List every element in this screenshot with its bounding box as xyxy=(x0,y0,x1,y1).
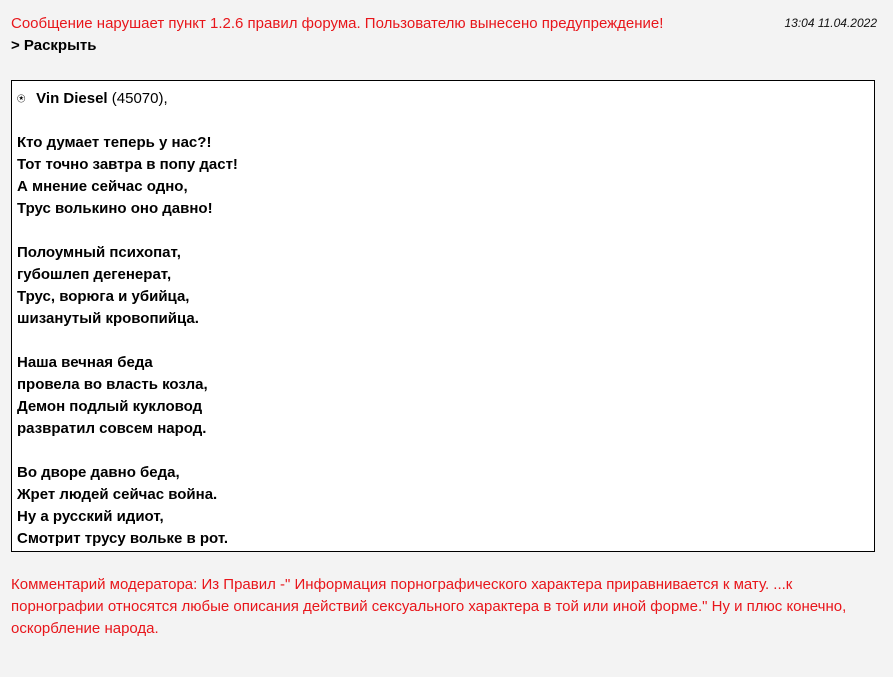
poem-line: Тот точно завтра в попу даст! xyxy=(17,156,238,173)
violation-warning: Сообщение нарушает пункт 1.2.6 правил фо… xyxy=(11,15,664,32)
poem-line: А мнение сейчас одно, xyxy=(17,178,188,195)
poem-line: Смотрит трусу вольке в рот. xyxy=(17,530,229,547)
post-header: Сообщение нарушает пункт 1.2.6 правил фо… xyxy=(11,14,879,56)
stanza: Кто думает теперь у нас?! Тот точно завт… xyxy=(17,132,874,220)
poem-line: Жрет людей сейчас война. xyxy=(17,486,218,503)
stanza: Наша вечная беда провела во власть козла… xyxy=(17,352,874,440)
poem-line: Трус волькино оно давно! xyxy=(17,200,213,217)
poem-line: шизанутый кровопийца. xyxy=(17,310,199,327)
quote-author-meta: (45070), xyxy=(107,90,168,107)
poem-line: Наша вечная беда xyxy=(17,354,153,371)
poem-line: губошлеп дегенерат, xyxy=(17,266,172,283)
quote-author-name[interactable]: Vin Diesel xyxy=(36,90,107,107)
poem-line: Кто думает теперь у нас?! xyxy=(17,134,212,151)
poem-line: Трус, ворюга и убийца, xyxy=(17,288,190,305)
stanza: Полоумный психопат, губошлеп дегенерат, … xyxy=(17,242,874,330)
star-circle-icon: ⍟ xyxy=(17,90,26,106)
post-timestamp: 13:04 11.04.2022 xyxy=(784,16,877,30)
poem-line: развратил совсем народ. xyxy=(17,420,207,437)
stanza: Во дворе давно беда, Жрет людей сейчас в… xyxy=(17,462,874,550)
poem-line: Во дворе давно беда, xyxy=(17,464,180,481)
poem-line: Полоумный психопат, xyxy=(17,244,181,261)
poem-line: провела во власть козла, xyxy=(17,376,208,393)
quote-box: ⍟ Vin Diesel (45070), Кто думает теперь … xyxy=(11,80,875,552)
poem-line: Демон подлый кукловод xyxy=(17,398,203,415)
quote-poem: Кто думает теперь у нас?! Тот точно завт… xyxy=(17,132,874,550)
expand-link[interactable]: > Раскрыть xyxy=(11,36,879,56)
quote-author-line: ⍟ Vin Diesel (45070), xyxy=(17,87,874,110)
poem-line: Ну а русский идиот, xyxy=(17,508,164,525)
moderator-comment: Комментарий модератора: Из Правил -" Инф… xyxy=(11,576,847,637)
